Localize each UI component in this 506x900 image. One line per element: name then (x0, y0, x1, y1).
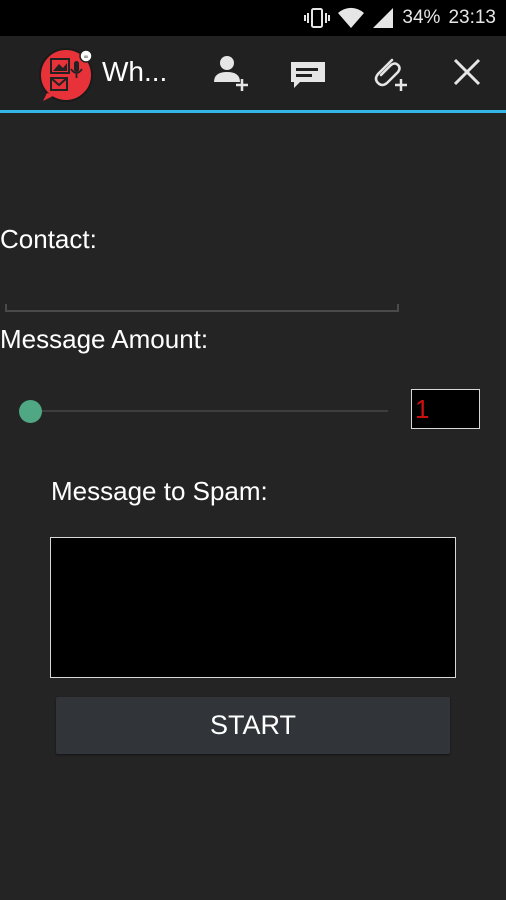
signal-icon (372, 7, 394, 29)
battery-text: 34% (402, 7, 441, 28)
message-button[interactable] (284, 50, 332, 98)
attach-icon (368, 52, 408, 97)
close-icon (450, 55, 484, 94)
start-button[interactable]: START (56, 697, 450, 754)
app-title: Wh... (102, 56, 168, 87)
amount-input[interactable]: 1 (411, 389, 480, 429)
amount-slider[interactable] (30, 410, 388, 412)
close-button[interactable] (443, 50, 491, 98)
message-to-spam-label: Message to Spam: (51, 476, 268, 506)
status-icons: 34% 23:13 (304, 0, 496, 36)
amount-slider-thumb[interactable] (19, 400, 42, 423)
wifi-icon (338, 7, 365, 29)
message-amount-label: Message Amount: (0, 324, 209, 354)
clock-text: 23:13 (448, 7, 496, 28)
contact-input-corner-right (397, 304, 399, 312)
add-contact-icon (210, 52, 250, 97)
attach-button[interactable] (364, 50, 412, 98)
contact-input[interactable] (5, 266, 399, 312)
contact-input-corner-left (5, 304, 7, 312)
contact-label: Contact: (0, 224, 97, 254)
message-input[interactable] (50, 537, 456, 678)
vibrate-icon (304, 7, 331, 29)
add-contact-button[interactable] (206, 50, 254, 98)
status-bar: 34% 23:13 (0, 0, 506, 36)
app-logo-icon: ∞ (39, 45, 97, 103)
message-icon (288, 52, 328, 97)
action-bar-divider (0, 110, 506, 113)
svg-text:∞: ∞ (84, 54, 89, 61)
